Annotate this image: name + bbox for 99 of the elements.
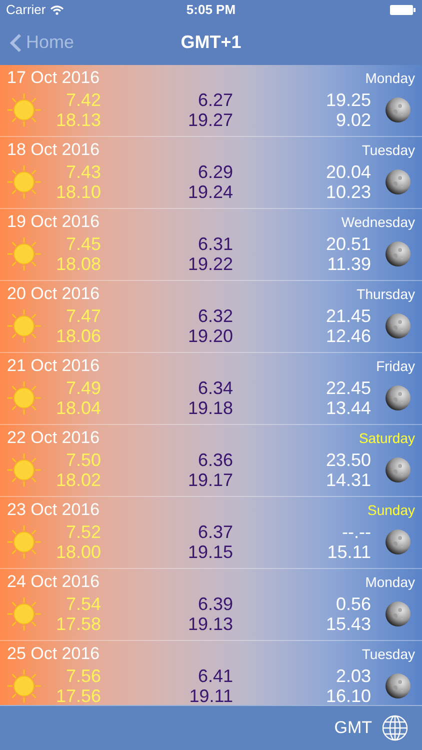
dusk-time: 19.24 xyxy=(188,182,233,202)
weekday-label: Monday xyxy=(365,68,415,88)
weekday-label: Monday xyxy=(365,572,415,592)
moon-icon xyxy=(385,529,411,555)
sunrise-time: 7.52 xyxy=(66,522,101,542)
sunset-time: 18.08 xyxy=(56,254,101,274)
weekday-label: Tuesday xyxy=(362,140,415,160)
dusk-time: 19.22 xyxy=(188,254,233,274)
sun-icon xyxy=(7,525,41,559)
dusk-time: 19.18 xyxy=(188,398,233,418)
sun-icon xyxy=(7,453,41,487)
dawn-time: 6.41 xyxy=(198,666,233,686)
sun-icon xyxy=(7,309,41,343)
sunrise-time: 7.56 xyxy=(66,666,101,686)
date-label: 17 Oct 2016 xyxy=(7,67,100,90)
sun-icon xyxy=(7,165,41,199)
weekday-label: Thursday xyxy=(356,284,415,304)
dawn-time: 6.36 xyxy=(198,450,233,470)
carrier-label: Carrier xyxy=(6,1,46,20)
dawn-time: 6.29 xyxy=(198,162,233,182)
sunset-time: 18.06 xyxy=(56,326,101,346)
dusk-time: 19.13 xyxy=(188,614,233,634)
moon-icon xyxy=(385,385,411,411)
dusk-time: 19.20 xyxy=(188,326,233,346)
moonrise-time: 21.45 xyxy=(326,306,371,326)
sun-icon xyxy=(7,597,41,631)
sunset-time: 18.13 xyxy=(56,110,101,130)
date-label: 21 Oct 2016 xyxy=(7,355,100,378)
moonset-time: 15.11 xyxy=(327,542,371,562)
sun-icon xyxy=(7,237,41,271)
moon-icon xyxy=(385,313,411,339)
dawn-time: 6.31 xyxy=(198,234,233,254)
moon-icon xyxy=(385,241,411,267)
moonrise-time: 23.50 xyxy=(326,450,371,470)
sunrise-time: 7.50 xyxy=(66,450,101,470)
nav-title: GMT+1 xyxy=(180,31,242,54)
sunset-time: 18.02 xyxy=(56,470,101,490)
weekday-label: Saturday xyxy=(358,428,415,448)
dusk-time: 19.17 xyxy=(188,470,233,490)
sunrise-time: 7.47 xyxy=(66,306,101,326)
sunset-time: 18.04 xyxy=(56,398,101,418)
moonrise-time: 19.25 xyxy=(326,90,371,110)
moonset-time: 10.23 xyxy=(326,182,371,202)
moonset-time: 9.02 xyxy=(336,110,371,130)
moonset-time: 16.10 xyxy=(326,686,371,705)
sunrise-time: 7.54 xyxy=(66,594,101,614)
dawn-time: 6.37 xyxy=(198,522,233,542)
sunset-time: 17.56 xyxy=(56,686,101,705)
dawn-time: 6.34 xyxy=(198,378,233,398)
date-label: 25 Oct 2016 xyxy=(7,643,100,666)
dusk-time: 19.15 xyxy=(188,542,233,562)
sunrise-time: 7.43 xyxy=(66,162,101,182)
sunset-time: 18.10 xyxy=(56,182,101,202)
timezone-button[interactable]: GMT xyxy=(334,715,372,741)
date-label: 23 Oct 2016 xyxy=(7,499,100,522)
sunrise-time: 7.49 xyxy=(66,378,101,398)
moonrise-time: 2.03 xyxy=(336,666,371,686)
moonrise-time: 20.51 xyxy=(326,234,371,254)
dusk-time: 19.11 xyxy=(189,686,233,705)
moon-icon xyxy=(385,457,411,483)
moonrise-time: 0.56 xyxy=(336,594,371,614)
moonset-time: 12.46 xyxy=(326,326,371,346)
status-time: 5:05 PM xyxy=(186,1,236,20)
sun-icon xyxy=(7,669,41,703)
weekday-label: Tuesday xyxy=(362,644,415,664)
moon-icon xyxy=(385,169,411,195)
moon-icon xyxy=(385,97,411,123)
sunrise-time: 7.45 xyxy=(66,234,101,254)
dusk-time: 19.27 xyxy=(188,110,233,130)
weekday-label: Wednesday xyxy=(341,212,415,232)
moonset-time: 14.31 xyxy=(326,470,371,490)
weekday-label: Friday xyxy=(376,356,415,376)
battery-icon xyxy=(390,5,416,15)
sunset-time: 18.00 xyxy=(56,542,101,562)
chevron-left-icon xyxy=(10,32,22,52)
moon-icon xyxy=(385,601,411,627)
moonset-time: 13.44 xyxy=(326,398,371,418)
wifi-icon xyxy=(50,5,64,15)
globe-icon[interactable] xyxy=(382,715,408,741)
date-label: 19 Oct 2016 xyxy=(7,211,100,234)
dawn-time: 6.27 xyxy=(198,90,233,110)
moonset-time: 11.39 xyxy=(327,254,371,274)
sun-icon xyxy=(7,93,41,127)
dawn-time: 6.39 xyxy=(198,594,233,614)
moonrise-time: --.-- xyxy=(342,522,371,542)
weekday-label: Sunday xyxy=(368,500,415,520)
back-button[interactable]: Home xyxy=(10,29,74,56)
sunset-time: 17.58 xyxy=(56,614,101,634)
moonrise-time: 22.45 xyxy=(326,378,371,398)
date-label: 24 Oct 2016 xyxy=(7,571,100,594)
date-label: 18 Oct 2016 xyxy=(7,139,100,162)
sun-icon xyxy=(7,381,41,415)
moonrise-time: 20.04 xyxy=(326,162,371,182)
sunrise-time: 7.42 xyxy=(66,90,101,110)
moon-icon xyxy=(385,673,411,699)
moonset-time: 15.43 xyxy=(326,614,371,634)
date-label: 20 Oct 2016 xyxy=(7,283,100,306)
dawn-time: 6.32 xyxy=(198,306,233,326)
date-label: 22 Oct 2016 xyxy=(7,427,100,450)
